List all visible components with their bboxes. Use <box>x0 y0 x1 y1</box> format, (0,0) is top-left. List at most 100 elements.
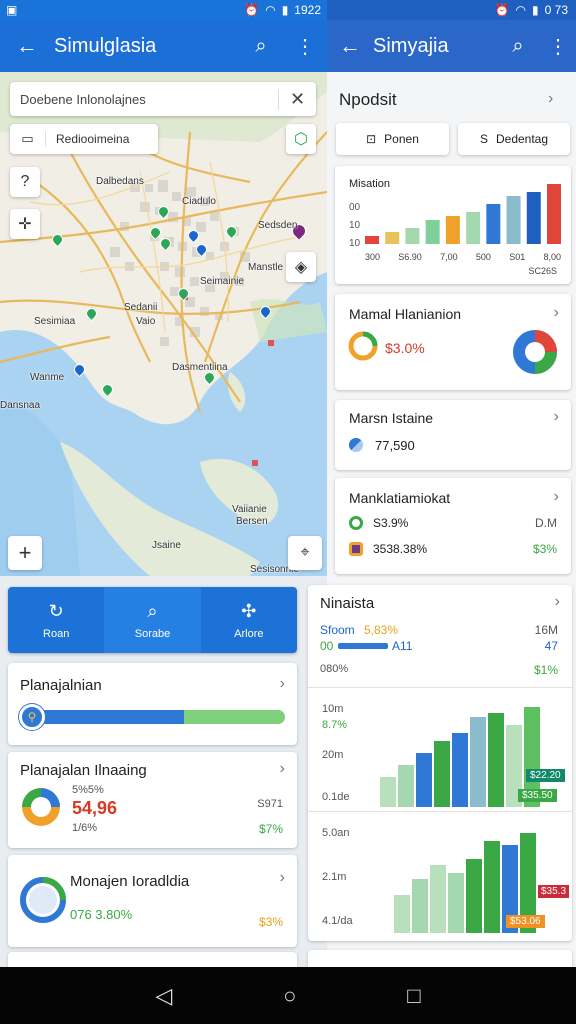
notification-icon: ▣ <box>6 3 18 17</box>
compass-icon[interactable]: ◈ <box>286 252 316 282</box>
row2-mid: A11 <box>392 639 413 653</box>
mankai-row2-left: 3538.38% <box>373 542 428 556</box>
status-ring-icon <box>349 516 363 530</box>
x-tick: 7,00 <box>440 252 458 262</box>
battery-icon: ▮ <box>532 3 539 17</box>
donut-chart-icon <box>20 877 66 923</box>
chart-badge: $35.50 <box>518 789 557 802</box>
bar <box>484 841 500 933</box>
chevron-right-icon[interactable]: › <box>548 90 553 108</box>
lock-icon: ⊡ <box>366 132 377 146</box>
marsn-card[interactable]: Marsn Istaine › 77,590 <box>335 400 571 470</box>
progress-knob-icon[interactable]: ⚲ <box>19 704 45 730</box>
pie-card[interactable]: Planajalan Ilnaaing › 5%5% 54,96 1/6% S9… <box>8 752 297 848</box>
bar <box>452 733 468 807</box>
y-tick: 00 <box>349 202 361 213</box>
back-arrow-icon[interactable]: ← <box>0 33 54 59</box>
status-bar-right: ⏰ ◠ ▮ 0 73 <box>327 0 576 20</box>
system-nav-bar: ◁ ○ □ <box>0 967 576 1024</box>
x-tick: 500 <box>475 252 491 262</box>
zoom-in-icon[interactable]: + <box>8 536 42 570</box>
action-sorabe[interactable]: ⌕ Sorabe <box>104 587 201 653</box>
action-roan[interactable]: ↻ Roan <box>8 587 104 653</box>
map-label: Dalbedans <box>96 176 144 187</box>
y-tick: 10 <box>349 220 361 231</box>
shield-icon[interactable]: ⬡ <box>286 124 316 154</box>
row3-left: 080% <box>320 663 349 675</box>
map-label: Seimainie <box>200 276 244 287</box>
chevron-right-icon[interactable]: › <box>280 675 285 693</box>
pie-right-top: S971 <box>257 798 283 810</box>
chevron-right-icon[interactable]: › <box>280 869 285 887</box>
chevron-right-icon[interactable]: › <box>555 593 560 611</box>
bar <box>394 895 410 933</box>
dedentag-button[interactable]: S Dedentag <box>458 123 570 155</box>
status-icons: ⏰ ◠ ▮ 1922 <box>244 3 321 17</box>
chevron-right-icon[interactable]: › <box>554 488 559 506</box>
search-icon[interactable]: ⌕ <box>239 35 283 58</box>
action-bar: ↻ Roan ⌕ Sorabe ✣ Arlore <box>8 587 297 653</box>
sort-icon: S <box>479 132 488 146</box>
bar-chart-card[interactable]: Misation 00 10 10 300 S6.90 7,00 500 S01… <box>335 166 571 284</box>
card-title: Monajen Ioradldia <box>70 873 190 890</box>
y-tick: 20m <box>322 749 344 761</box>
recents-nav-icon[interactable]: □ <box>407 983 420 1009</box>
status-bar-left: ▣ ⏰ ◠ ▮ 1922 <box>0 0 327 20</box>
section-title-nposit: Npodsit <box>339 90 397 109</box>
pie-sub-label: 5%5% <box>72 784 104 796</box>
y-tick: 8.7% <box>322 719 348 731</box>
card-title: Planajalan Ilnaaing <box>20 762 147 779</box>
back-nav-icon[interactable]: ◁ <box>155 983 172 1009</box>
card-title: Ninaista <box>320 595 375 612</box>
refresh-icon: ↻ <box>48 600 64 621</box>
x-tick: 300 <box>365 252 381 262</box>
chevron-right-icon[interactable]: › <box>554 304 559 322</box>
status-square-icon <box>349 542 363 556</box>
calendar-icon: ▭ <box>10 131 46 147</box>
chevron-right-icon[interactable]: › <box>280 760 285 778</box>
chart-badge: $35.3 <box>538 885 570 898</box>
action-arlore[interactable]: ✣ Arlore <box>201 587 297 653</box>
y-tick: 2.1m <box>322 871 347 883</box>
my-location-icon[interactable]: ⌖ <box>288 536 322 570</box>
mama-card[interactable]: Mamal Hlanianion › $3.0% <box>335 294 571 390</box>
y-tick: 5.0an <box>322 827 350 839</box>
row2-left: 00 <box>320 639 334 653</box>
bar <box>380 777 396 807</box>
mankai-card[interactable]: Manklatiamiokat › S3.9% D.M 3538.38% $3% <box>335 478 571 574</box>
map-label: Sesimiaa <box>34 316 76 327</box>
map-search-input[interactable] <box>10 91 278 107</box>
crosshair-icon[interactable]: ✛ <box>10 209 40 239</box>
signal-icon: ▮ <box>281 3 289 17</box>
bar <box>547 184 561 244</box>
progress-bar <box>20 710 285 724</box>
clear-icon[interactable]: ✕ <box>278 88 316 110</box>
x-tick: S6.90 <box>398 252 422 262</box>
y-tick: 10m <box>322 703 344 715</box>
map-label: Jsaine <box>152 540 181 551</box>
map-label: Dasmentiina <box>172 362 228 373</box>
donut-value: 076 3.80% <box>70 907 133 922</box>
wifi-icon: ◠ <box>265 3 276 17</box>
bar <box>425 220 440 244</box>
more-vert-icon[interactable]: ⋮ <box>283 34 327 59</box>
divider <box>308 687 572 688</box>
ninaista-card[interactable]: Ninaista › Sfoom 5,83% 16M 00 A11 47 080… <box>308 585 572 941</box>
map-filter-chip[interactable]: ▭ Rediooimeina <box>10 124 158 154</box>
map-label: Manstle <box>248 262 284 273</box>
help-icon[interactable]: ? <box>10 167 40 197</box>
chevron-right-icon[interactable]: › <box>554 408 559 426</box>
bar <box>385 232 400 244</box>
donut-card[interactable]: Monajen Ioradldia › 076 3.80% $3% <box>8 855 297 947</box>
progress-card[interactable]: Planajalnian › <box>8 663 297 745</box>
bar <box>506 196 521 244</box>
map-label: Sedanii <box>124 302 158 313</box>
search-icon[interactable]: ⌕ <box>496 35 540 58</box>
row2-right: 47 <box>544 639 558 653</box>
donut-right-value: $3% <box>258 915 283 929</box>
back-arrow-icon[interactable]: ← <box>327 33 373 59</box>
more-vert-icon[interactable]: ⋮ <box>540 34 576 59</box>
ponen-button[interactable]: ⊡ Ponen <box>336 123 449 155</box>
map-view[interactable]: Dalbedans Ciadulo Manstle Sedanii Wanme … <box>0 72 327 576</box>
home-nav-icon[interactable]: ○ <box>283 983 296 1009</box>
